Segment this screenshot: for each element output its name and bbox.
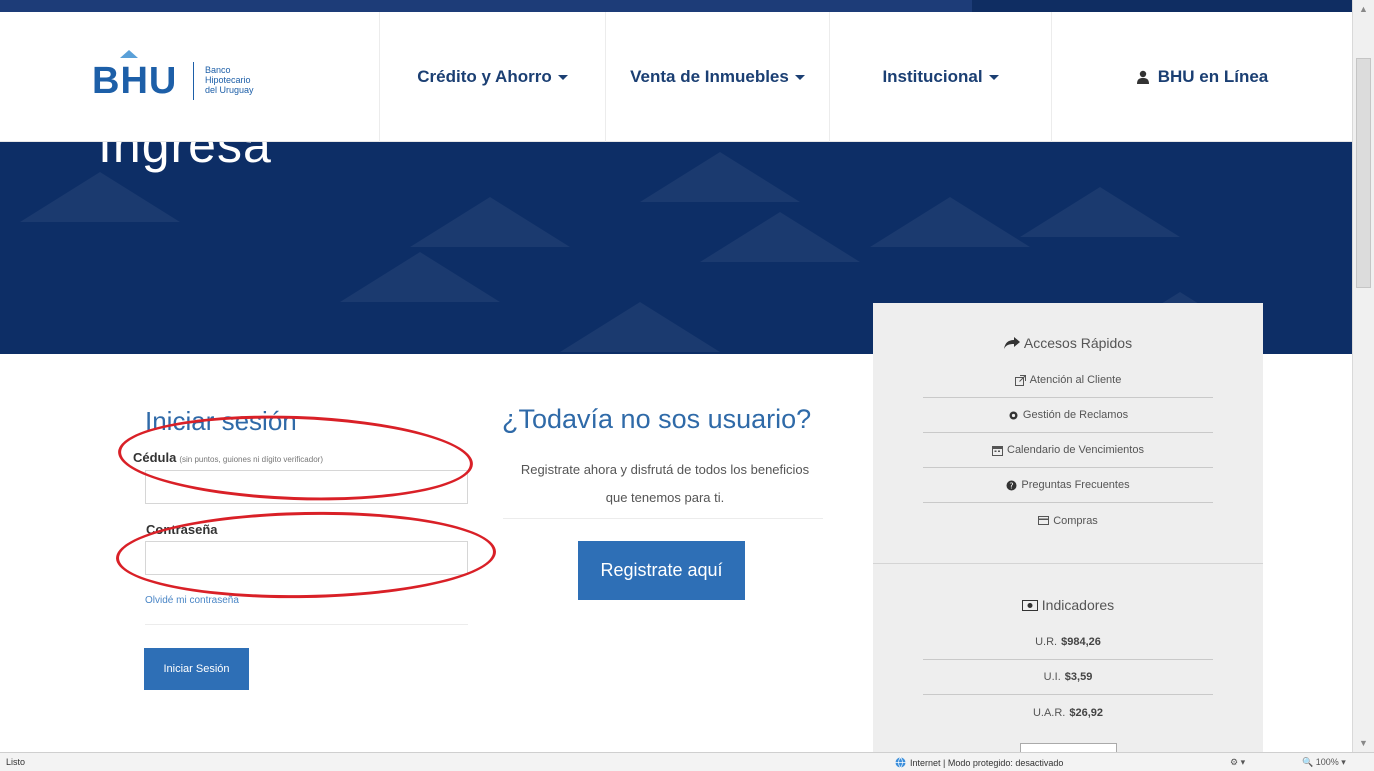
indicator-ur: U.R. $984,26 [923, 625, 1213, 660]
browser-page: BHU Banco Hipotecario del Uruguay Crédit… [0, 0, 1374, 771]
logo-text: BHU [92, 60, 178, 102]
user-icon [1136, 70, 1149, 84]
register-button[interactable]: Registrate aquí [578, 541, 745, 600]
money-icon [1021, 600, 1038, 611]
top-strip [0, 0, 1352, 12]
register-divider [503, 518, 823, 519]
calendar-icon [992, 445, 1003, 456]
quick-access-heading: Accesos Rápidos [873, 335, 1263, 351]
logo-divider [193, 62, 194, 100]
cedula-input[interactable] [145, 470, 468, 504]
register-title: ¿Todavía no sos usuario? [502, 404, 812, 434]
password-input[interactable] [145, 541, 468, 575]
nav-credito-ahorro[interactable]: Crédito y Ahorro [380, 12, 606, 142]
nav-item-label: BHU en Línea [1157, 67, 1269, 86]
hero-decoration [1020, 187, 1180, 237]
indicator-ui: U.I. $3,59 [923, 660, 1213, 695]
forgot-password-link[interactable]: Olvidé mi contraseña [145, 595, 239, 606]
logo-link[interactable]: BHU Banco Hipotecario del Uruguay [0, 12, 380, 142]
nav-institucional[interactable]: Institucional [830, 12, 1052, 142]
hero-decoration [640, 152, 800, 202]
caret-down-icon [557, 74, 568, 80]
caret-down-icon [988, 74, 999, 80]
register-text: Registrate ahora y disfrutá de todos los… [520, 462, 810, 505]
cedula-hint: (sin puntos, guiones ni dígito verificad… [179, 455, 323, 464]
cedula-label: Cédula (sin puntos, guiones ni dígito ver… [133, 450, 323, 465]
browser-statusbar: Listo Internet | Modo protegido: desacti… [0, 752, 1374, 771]
hero-decoration [20, 172, 180, 222]
gear-icon [1009, 411, 1018, 419]
status-text: Listo [6, 757, 26, 767]
credit-card-icon [1038, 516, 1050, 525]
nav-venta-inmuebles[interactable]: Venta de Inmuebles [606, 12, 830, 142]
indicators-list: U.R. $984,26 U.I. $3,59 U.A.R. $26,92 [923, 625, 1213, 730]
hero-decoration [700, 212, 860, 262]
form-divider [145, 624, 468, 625]
scroll-thumb[interactable] [1356, 58, 1371, 288]
hero-title: Ingresa [98, 142, 272, 173]
login-button[interactable]: Iniciar Sesión [144, 648, 249, 690]
hero-decoration [560, 302, 720, 352]
indicator-uar: U.A.R. $26,92 [1032, 706, 1104, 719]
zoom-level[interactable]: 🔍 100% ▾ [1302, 757, 1346, 768]
quick-access-compras[interactable]: Compras [923, 503, 1213, 538]
panel-separator [873, 563, 1263, 564]
scroll-down-icon[interactable]: ▼ [1353, 734, 1374, 752]
login-title: Iniciar sesión [145, 406, 297, 436]
globe-icon [895, 757, 906, 768]
external-link-icon [1014, 374, 1026, 386]
hero-decoration [340, 252, 500, 302]
nav-bhu-en-linea[interactable]: BHU en Línea [1052, 12, 1352, 142]
main-navbar: BHU Banco Hipotecario del Uruguay Crédit… [0, 12, 1352, 142]
quick-access-calendario[interactable]: Calendario de Vencimientos [923, 433, 1213, 468]
vertical-scrollbar[interactable]: ▲ ▼ [1352, 0, 1374, 752]
hero-decoration [410, 197, 570, 247]
logo-subtitle: Banco Hipotecario del Uruguay [205, 65, 254, 95]
quick-access-atencion[interactable]: Atención al Cliente [923, 363, 1213, 398]
security-zone: Internet | Modo protegido: desactivado [895, 757, 1063, 768]
password-label: Contraseña [146, 522, 218, 537]
nav-item-label: Institucional [882, 67, 983, 86]
logo-roof-icon [120, 50, 138, 58]
nav-item-label: Crédito y Ahorro [417, 67, 552, 86]
question-icon: ? [1006, 480, 1017, 490]
svg-text:?: ? [1010, 481, 1014, 490]
hero-decoration [870, 197, 1030, 247]
quick-access-list: Atención al Cliente Gestión de Reclamos … [923, 363, 1213, 538]
nav-item-label: Venta de Inmuebles [630, 67, 789, 86]
scroll-up-icon[interactable]: ▲ [1353, 0, 1374, 18]
side-panel: Accesos Rápidos Atención al Cliente Gest… [873, 303, 1263, 765]
quick-access-reclamos[interactable]: Gestión de Reclamos [923, 398, 1213, 433]
caret-down-icon [794, 74, 805, 80]
status-settings-icon[interactable]: ⚙ ▾ [1230, 757, 1245, 768]
share-icon [1003, 337, 1020, 349]
indicators-heading: Indicadores [873, 597, 1263, 613]
quick-access-preguntas[interactable]: ? Preguntas Frecuentes [923, 468, 1213, 503]
